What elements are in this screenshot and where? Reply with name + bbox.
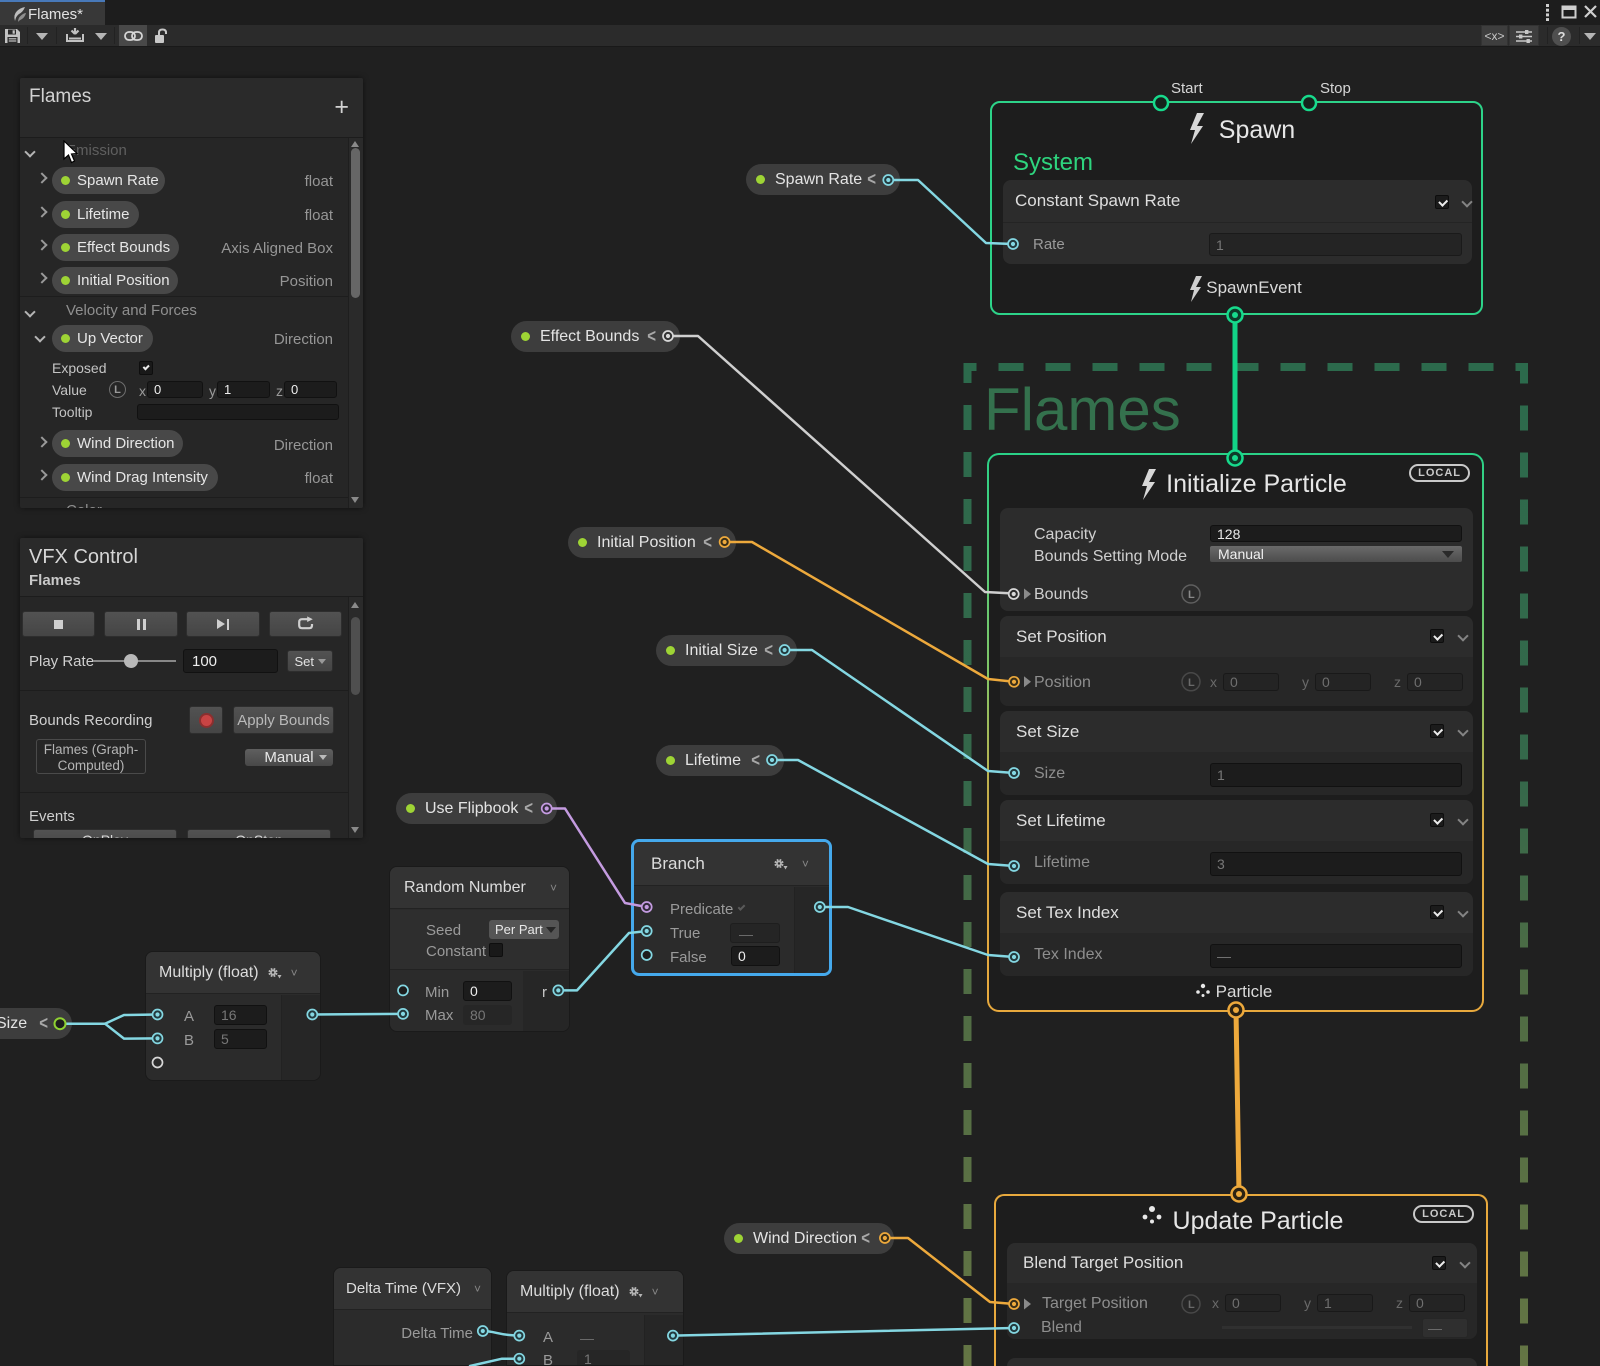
svg-text:L: L bbox=[1188, 589, 1195, 601]
svg-text:L: L bbox=[1188, 1299, 1195, 1311]
svg-text:L: L bbox=[1188, 677, 1195, 689]
